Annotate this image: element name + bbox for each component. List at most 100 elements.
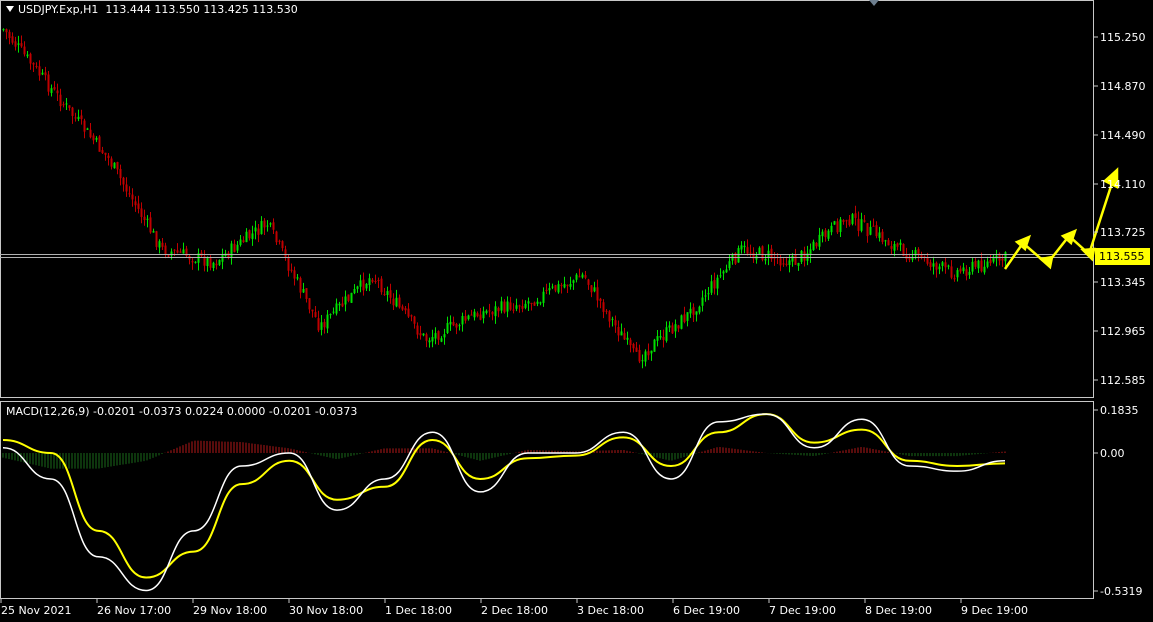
- candle-bear: [392, 298, 395, 306]
- macd-histogram-group: [2, 440, 1006, 469]
- candle-bear: [389, 290, 392, 298]
- candle-bear: [209, 257, 212, 268]
- candle-bear: [299, 278, 302, 293]
- candle-bear: [383, 294, 386, 296]
- candle-bull: [458, 325, 461, 327]
- candle-bull: [968, 271, 971, 275]
- candle-bear: [14, 41, 17, 47]
- price-tick-label: 114.110: [1100, 178, 1146, 191]
- candle-bear: [74, 117, 77, 119]
- candle-bull: [716, 277, 719, 289]
- candle-bear: [578, 276, 581, 278]
- scroll-marker-icon[interactable]: [869, 0, 879, 6]
- candle-bear: [272, 222, 275, 230]
- candle-bear: [608, 311, 611, 322]
- candle-bull: [665, 327, 668, 341]
- price-tick-label: 113.345: [1100, 276, 1146, 289]
- time-tick-label: 2 Dec 18:00: [481, 604, 548, 617]
- candle-bear: [566, 284, 569, 286]
- candle-bull: [851, 214, 854, 224]
- candle-bear: [803, 251, 806, 261]
- candle-bear: [950, 266, 953, 278]
- candle-bear: [824, 230, 827, 238]
- candle-bear: [632, 344, 635, 349]
- candle-bull: [983, 266, 986, 273]
- candle-bull: [485, 310, 488, 313]
- chart-title: USDJPY.Exp,H1 113.444 113.550 113.425 11…: [6, 3, 298, 16]
- candle-bear: [842, 220, 845, 222]
- candle-bear: [116, 162, 119, 170]
- candle-bear: [779, 258, 782, 266]
- candle-bear: [191, 261, 194, 263]
- candle-bear: [614, 320, 617, 326]
- candle-bear: [875, 225, 878, 237]
- candle-bear: [59, 94, 62, 107]
- candle-bull: [722, 271, 725, 274]
- candle-bull: [329, 314, 332, 316]
- candle-bull: [494, 306, 497, 317]
- candle-bear: [794, 254, 797, 265]
- time-tick-label: 1 Dec 18:00: [385, 604, 452, 617]
- candle-bear: [98, 136, 101, 152]
- candle-bull: [338, 303, 341, 306]
- candle-bull: [443, 334, 446, 338]
- candle-bear: [554, 285, 557, 291]
- price-axis: 115.250 114.870 114.490 114.110 113.725 113.3…: [1094, 31, 1146, 387]
- candle-bear: [83, 120, 86, 132]
- candle-bull: [659, 336, 662, 338]
- candle-bull: [620, 331, 623, 336]
- candle-bull: [818, 234, 821, 247]
- candle-bull: [563, 284, 566, 288]
- chart-window[interactable]: 115.250 114.870 114.490 114.110 113.725 113.3…: [0, 0, 1153, 619]
- price-tick-label: 113.725: [1100, 226, 1146, 239]
- candle-bull: [971, 261, 974, 272]
- candle-bull: [50, 88, 53, 94]
- candle-bull: [839, 219, 842, 232]
- candle-bear: [926, 257, 929, 264]
- candle-bear: [284, 249, 287, 257]
- candle-bear: [854, 213, 857, 218]
- candle-bear: [164, 245, 167, 255]
- candle-bear: [944, 262, 947, 268]
- candle-bear: [143, 216, 146, 220]
- candle-bull: [212, 262, 215, 269]
- candle-bull: [365, 283, 368, 289]
- candle-bear: [638, 349, 641, 362]
- candle-bull: [581, 274, 584, 278]
- candle-bear: [137, 203, 140, 209]
- candle-bear: [275, 231, 278, 243]
- candle-bear: [377, 280, 380, 282]
- candle-bear: [599, 298, 602, 301]
- candle-bear: [293, 270, 296, 279]
- candle-bull: [650, 350, 653, 354]
- candle-bear: [887, 240, 890, 246]
- candle-bull: [833, 221, 836, 225]
- candle-bull: [641, 360, 644, 362]
- candle-bull: [878, 232, 881, 238]
- chart-canvas[interactable]: 115.250 114.870 114.490 114.110 113.725 113.3…: [0, 0, 1153, 619]
- candle-bear: [281, 241, 284, 249]
- candle-bear: [398, 297, 401, 308]
- candle-bull: [821, 231, 824, 237]
- candle-bull: [41, 72, 44, 75]
- candle-bull: [575, 274, 578, 280]
- price-tick-label: 114.870: [1100, 80, 1146, 93]
- candle-bull: [506, 301, 509, 312]
- time-tick-label: 3 Dec 18:00: [577, 604, 644, 617]
- candle-bear: [173, 249, 176, 251]
- candle-bull: [656, 336, 659, 341]
- candle-bear: [134, 201, 137, 206]
- candle-bull: [428, 340, 431, 343]
- candle-bear: [530, 302, 533, 304]
- candle-bear: [44, 72, 47, 76]
- candle-bull: [1004, 252, 1007, 262]
- candle-bear: [101, 150, 104, 154]
- symbol-menu-icon[interactable]: [6, 6, 14, 12]
- candle-bull: [500, 301, 503, 311]
- candle-bull: [725, 269, 728, 273]
- candle-bear: [257, 228, 260, 235]
- candle-bear: [71, 107, 74, 116]
- candle-bear: [587, 279, 590, 285]
- candle-bear: [107, 155, 110, 159]
- candle-bear: [713, 280, 716, 289]
